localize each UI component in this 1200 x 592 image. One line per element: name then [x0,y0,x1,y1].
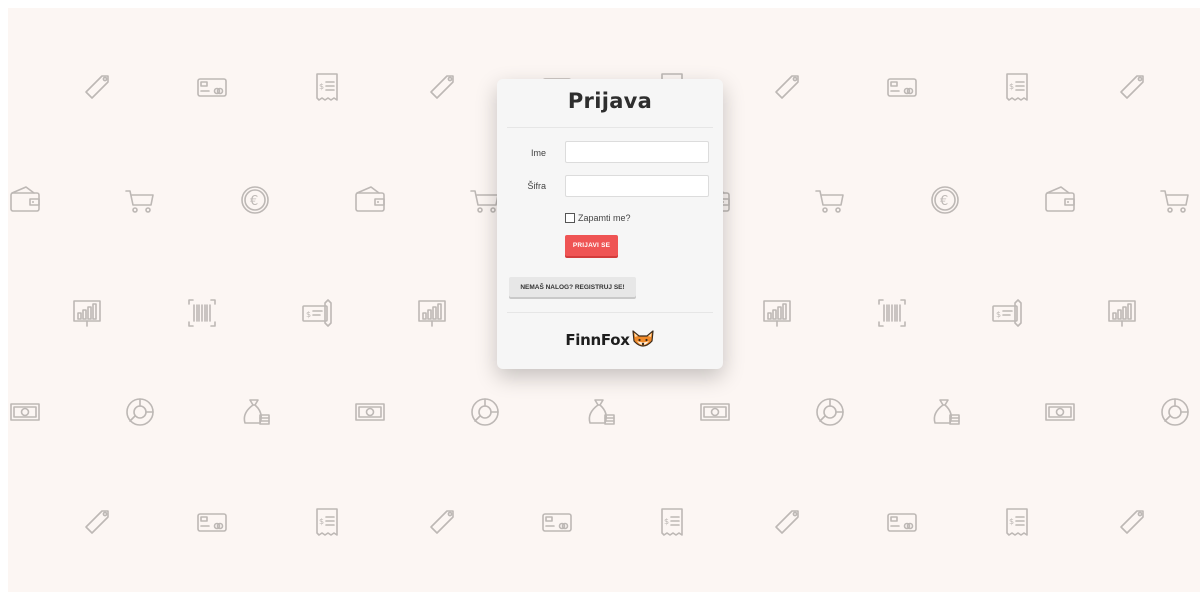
svg-text:€: € [250,194,258,209]
shopping-cart-icon [123,183,157,217]
price-tag-icon [425,70,459,104]
password-field[interactable] [565,175,709,197]
shopping-cart-icon [813,183,847,217]
divider [507,127,713,128]
remember-me-checkbox[interactable] [565,213,575,223]
svg-text:$: $ [1009,517,1014,526]
wallet-icon [8,183,42,217]
price-tag-icon [1115,505,1149,539]
remember-me[interactable]: Zapamti me? [565,213,631,223]
login-card: Prijava Ime Šifra Zapamti me? PRIJAVI SE… [497,79,723,369]
svg-text:$: $ [306,310,311,319]
credit-card-icon [195,70,229,104]
banknote-icon [1043,395,1077,429]
receipt-icon: $ [310,505,344,539]
svg-text:$: $ [664,517,669,526]
money-bag-icon [238,395,272,429]
bar-chart-board-icon [70,296,104,330]
svg-text:$: $ [996,310,1001,319]
login-button[interactable]: PRIJAVI SE [565,235,618,256]
page-title: Prijava [567,89,653,113]
svg-text:$: $ [319,82,324,91]
remember-me-label[interactable]: Zapamti me? [578,213,631,223]
page: $$$€€€$$$$$$ Prijava Ime Šifra Zapamti m… [0,0,1200,592]
pie-chart-icon [1158,395,1192,429]
euro-coin-icon: € [928,183,962,217]
username-label: Ime [530,148,546,158]
shopping-cart-icon [1158,183,1192,217]
cheque-icon: $ [300,296,334,330]
credit-card-icon [885,70,919,104]
cheque-icon: $ [990,296,1024,330]
wallet-icon [1043,183,1077,217]
credit-card-icon [540,505,574,539]
brand-name: FinnFox [565,331,630,349]
svg-text:€: € [940,194,948,209]
credit-card-icon [885,505,919,539]
bar-chart-board-icon [760,296,794,330]
price-tag-icon [80,70,114,104]
svg-text:$: $ [1009,82,1014,91]
price-tag-icon [425,505,459,539]
brand-logo: FinnFox [497,329,723,351]
pie-chart-icon [813,395,847,429]
price-tag-icon [770,70,804,104]
username-field[interactable] [565,141,709,163]
bar-chart-board-icon [1105,296,1139,330]
banknote-icon [353,395,387,429]
receipt-icon: $ [310,70,344,104]
barcode-icon [875,296,909,330]
fox-head-icon [632,330,654,347]
money-bag-icon [928,395,962,429]
price-tag-icon [80,505,114,539]
receipt-icon: $ [1000,70,1034,104]
pie-chart-icon [123,395,157,429]
barcode-icon [185,296,219,330]
wallet-icon [353,183,387,217]
receipt-icon: $ [655,505,689,539]
price-tag-icon [770,505,804,539]
register-button[interactable]: NEMAŠ NALOG? REGISTRUJ SE! [509,277,636,297]
bar-chart-board-icon [415,296,449,330]
price-tag-icon [1115,70,1149,104]
euro-coin-icon: € [238,183,272,217]
credit-card-icon [195,505,229,539]
banknote-icon [8,395,42,429]
password-label: Šifra [527,181,546,191]
receipt-icon: $ [1000,505,1034,539]
money-bag-icon [583,395,617,429]
svg-text:$: $ [319,517,324,526]
banknote-icon [698,395,732,429]
pie-chart-icon [468,395,502,429]
divider [507,312,713,313]
